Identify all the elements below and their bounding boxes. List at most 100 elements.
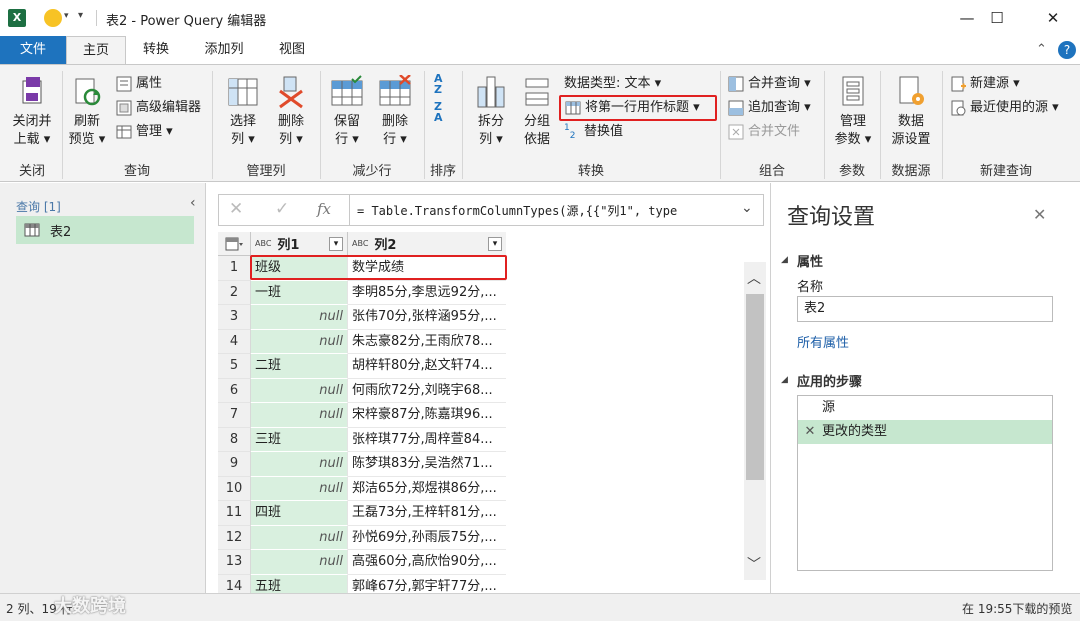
combine-files-button[interactable]: 合并文件 xyxy=(728,121,800,143)
cell-col1[interactable]: 五班 xyxy=(251,574,348,594)
tab-transform[interactable]: 转换 xyxy=(130,36,182,64)
table-row[interactable]: 12 null 孙悦69分,孙雨辰75分,... xyxy=(218,525,506,550)
smiley-feedback-icon[interactable] xyxy=(44,9,62,27)
table-row[interactable]: 3 null 张伟70分,张梓涵95分,... xyxy=(218,305,506,330)
row-number[interactable]: 1 xyxy=(218,256,251,281)
scroll-thumb[interactable] xyxy=(746,294,764,480)
row-number[interactable]: 11 xyxy=(218,501,251,526)
append-queries-button[interactable]: 追加查询 ▾ xyxy=(728,97,811,119)
replace-values-button[interactable]: 1 2 替换值 xyxy=(564,121,623,143)
group-by-button[interactable]: 分组 依据 xyxy=(516,75,558,149)
cell-col1[interactable]: 二班 xyxy=(251,354,348,379)
datasource-settings-button[interactable]: 数据 源设置 xyxy=(884,75,938,149)
table-row[interactable]: 13 null 高强60分,高欣怡90分,... xyxy=(218,550,506,575)
recent-sources-button[interactable]: 最近使用的源 ▾ xyxy=(950,97,1059,119)
tab-home[interactable]: 主页 xyxy=(66,36,126,64)
row-number[interactable]: 3 xyxy=(218,305,251,330)
row-number[interactable]: 13 xyxy=(218,550,251,575)
sort-descending-icon[interactable]: ZA xyxy=(434,101,454,125)
cell-col2[interactable]: 王磊73分,王梓轩81分,... xyxy=(348,501,506,526)
cell-col2[interactable]: 陈梦琪83分,吴浩然71... xyxy=(348,452,506,477)
remove-rows-button[interactable]: 删除 行 ▾ xyxy=(372,74,418,149)
cell-col1[interactable]: null xyxy=(251,305,348,330)
sort-ascending-icon[interactable]: AZ xyxy=(434,73,454,97)
advanced-editor-button[interactable]: 高级编辑器 xyxy=(116,97,201,119)
cell-col1[interactable]: null xyxy=(251,476,348,501)
cancel-formula-icon[interactable]: ✕ xyxy=(229,199,243,219)
query-item-table2[interactable]: 表2 xyxy=(16,216,194,244)
name-input[interactable]: 表2 xyxy=(797,296,1053,322)
cell-col1[interactable]: null xyxy=(251,550,348,575)
row-number[interactable]: 10 xyxy=(218,476,251,501)
close-settings-icon[interactable]: ✕ xyxy=(1033,205,1046,224)
cell-col2[interactable]: 何雨欣72分,刘晓宇68... xyxy=(348,378,506,403)
step-item-changed-type[interactable]: ✕ 更改的类型 xyxy=(798,420,1052,444)
cell-col2[interactable]: 郑洁65分,郑煜祺86分,... xyxy=(348,476,506,501)
table-row[interactable]: 14 五班 郭峰67分,郭宇轩77分,... xyxy=(218,574,506,594)
cell-col1[interactable]: null xyxy=(251,403,348,428)
split-column-button[interactable]: 拆分 列 ▾ xyxy=(470,75,512,149)
collapse-queries-pane-icon[interactable]: ‹ xyxy=(190,195,196,211)
formula-input[interactable]: = Table.TransformColumnTypes(源,{{"列1", t… xyxy=(357,202,677,219)
cell-col2[interactable]: 朱志豪82分,王雨欣78... xyxy=(348,329,506,354)
table-menu-icon[interactable] xyxy=(218,232,251,255)
remove-columns-button[interactable]: 删除 列 ▾ xyxy=(268,75,314,149)
cell-col2[interactable]: 宋梓豪87分,陈嘉琪96... xyxy=(348,403,506,428)
close-window-button[interactable]: ✕ xyxy=(1030,0,1076,36)
merge-queries-button[interactable]: 合并查询 ▾ xyxy=(728,73,811,95)
cell-col1[interactable]: null xyxy=(251,329,348,354)
row-number[interactable]: 8 xyxy=(218,427,251,452)
expand-formula-icon[interactable]: ⌄ xyxy=(741,200,753,216)
cell-col1[interactable]: 四班 xyxy=(251,501,348,526)
cell-col2[interactable]: 孙悦69分,孙雨辰75分,... xyxy=(348,525,506,550)
all-properties-link[interactable]: 所有属性 xyxy=(797,332,849,351)
delete-step-icon[interactable]: ✕ xyxy=(798,420,822,444)
text-type-icon[interactable]: ABC xyxy=(352,239,368,248)
feedback-dropdown-icon[interactable]: ▾ xyxy=(64,11,69,21)
column-header-col1[interactable]: ABC 列1 ▾ xyxy=(251,232,348,255)
properties-button[interactable]: 属性 xyxy=(116,73,162,95)
maximize-button[interactable]: ☐ xyxy=(974,0,1020,36)
table-row[interactable]: 2 一班 李明85分,李思远92分,... xyxy=(218,280,506,305)
row-number[interactable]: 14 xyxy=(218,574,251,594)
table-row[interactable]: 8 三班 张梓琪77分,周梓萱84... xyxy=(218,427,506,452)
step-item-source[interactable]: 源 xyxy=(798,396,1052,420)
col1-filter-icon[interactable]: ▾ xyxy=(329,236,343,251)
tab-add-column[interactable]: 添加列 xyxy=(192,36,256,64)
row-number[interactable]: 6 xyxy=(218,378,251,403)
use-first-row-as-headers-button[interactable]: 将第一行用作标题 ▾ xyxy=(559,95,717,121)
keep-rows-button[interactable]: 保留 行 ▾ xyxy=(326,75,368,149)
scroll-down-icon[interactable]: ﹀ xyxy=(747,554,761,574)
table-row[interactable]: 7 null 宋梓豪87分,陈嘉琪96... xyxy=(218,403,506,428)
row-number[interactable]: 5 xyxy=(218,354,251,379)
row-number[interactable]: 7 xyxy=(218,403,251,428)
close-and-load-button[interactable]: 关闭并 上载 ▾ xyxy=(4,75,60,149)
manage-button[interactable]: 管理 ▾ xyxy=(116,121,173,143)
cell-col2[interactable]: 高强60分,高欣怡90分,... xyxy=(348,550,506,575)
cell-col1[interactable]: null xyxy=(251,378,348,403)
table-row[interactable]: 6 null 何雨欣72分,刘晓宇68... xyxy=(218,378,506,403)
cell-col1[interactable]: null xyxy=(251,525,348,550)
row-number[interactable]: 4 xyxy=(218,329,251,354)
row-number[interactable]: 2 xyxy=(218,280,251,305)
new-source-button[interactable]: 新建源 ▾ xyxy=(950,73,1020,95)
cell-col2[interactable]: 胡梓轩80分,赵文轩74... xyxy=(348,354,506,379)
properties-collapse-icon[interactable]: ◢ xyxy=(781,255,788,265)
choose-columns-button[interactable]: 选择 列 ▾ xyxy=(220,75,266,149)
cell-col1[interactable]: 三班 xyxy=(251,427,348,452)
table-row[interactable]: 11 四班 王磊73分,王梓轩81分,... xyxy=(218,501,506,526)
help-icon[interactable]: ? xyxy=(1058,41,1076,59)
table-row[interactable]: 9 null 陈梦琪83分,吴浩然71... xyxy=(218,452,506,477)
tab-view[interactable]: 视图 xyxy=(266,36,318,64)
manage-parameters-button[interactable]: 管理 参数 ▾ xyxy=(830,75,876,149)
text-type-icon[interactable]: ABC xyxy=(255,239,271,248)
table-row[interactable]: 4 null 朱志豪82分,王雨欣78... xyxy=(218,329,506,354)
quick-access-customize-icon[interactable]: ▾ xyxy=(78,10,83,21)
datatype-dropdown[interactable]: 数据类型: 文本 ▾ xyxy=(564,73,661,95)
row-number[interactable]: 12 xyxy=(218,525,251,550)
confirm-formula-icon[interactable]: ✓ xyxy=(275,199,289,219)
cell-col1[interactable]: 一班 xyxy=(251,280,348,305)
table-row[interactable]: 10 null 郑洁65分,郑煜祺86分,... xyxy=(218,476,506,501)
cell-col1[interactable]: null xyxy=(251,452,348,477)
row-number[interactable]: 9 xyxy=(218,452,251,477)
